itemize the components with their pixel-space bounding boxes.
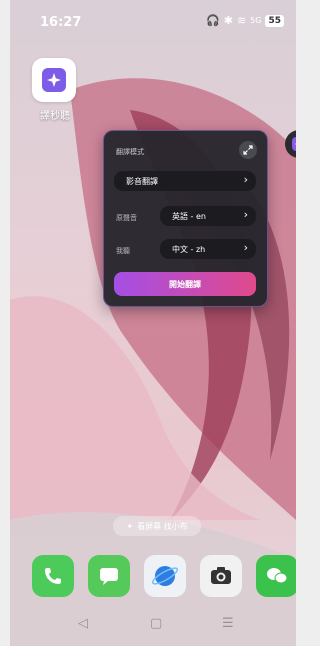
target-label: 我聽 [116, 247, 130, 255]
panel-title: 翻譯模式 [116, 148, 144, 156]
recents-nav-button[interactable]: ☰ [222, 616, 234, 631]
mode-selector[interactable]: 影音翻譯 › [114, 171, 256, 191]
camera-icon[interactable] [200, 555, 242, 597]
sparkle-icon [292, 137, 296, 151]
target-language-selector[interactable]: 中文 - zh › [160, 239, 256, 259]
translate-panel: 翻譯模式 影音翻譯 › 原聲音 英語 - en › 我聽 中文 - zh › 開… [103, 130, 268, 307]
wifi-icon: ≋ [236, 14, 247, 27]
phone-icon[interactable] [32, 555, 74, 597]
assistant-hint[interactable]: ✦ 看屏幕 找小布 [113, 516, 201, 536]
expand-button[interactable] [239, 141, 257, 159]
messages-icon[interactable] [88, 555, 130, 597]
chevron-right-icon: › [243, 241, 248, 254]
back-nav-button[interactable]: ◁ [78, 616, 88, 631]
app-dock [20, 553, 296, 601]
signal-icon: 5G [250, 16, 262, 25]
expand-icon [243, 145, 253, 155]
status-bar: 16:27 🎧 ✱ ≋ 5G 55 [10, 8, 296, 34]
source-language-selector[interactable]: 英語 - en › [160, 206, 256, 226]
wechat-icon[interactable] [256, 555, 296, 597]
home-nav-button[interactable]: ▢ [150, 616, 162, 631]
chevron-right-icon: › [243, 208, 248, 221]
source-label: 原聲音 [116, 214, 137, 222]
sparkle-icon: ✦ [126, 521, 134, 531]
headphones-icon: 🎧 [206, 14, 220, 27]
app-yimiaoting[interactable]: 譯秒聽 [32, 58, 78, 122]
source-language-value: 英語 - en [172, 211, 206, 221]
mode-value: 影音翻譯 [126, 176, 158, 186]
status-icons: 🎧 ✱ ≋ 5G 55 [206, 14, 284, 27]
status-time: 16:27 [40, 15, 82, 30]
translate-app-icon[interactable] [32, 58, 76, 102]
browser-icon[interactable] [144, 555, 186, 597]
target-language-value: 中文 - zh [172, 244, 206, 254]
assistant-hint-label: 看屏幕 找小布 [137, 521, 188, 531]
navigation-bar: ◁ ▢ ☰ [10, 612, 296, 640]
start-translate-button[interactable]: 開始翻譯 [114, 272, 256, 296]
phone-screen: 16:27 🎧 ✱ ≋ 5G 55 譯秒聽 翻譯模式 影音翻譯 › 原聲音 英語… [10, 0, 296, 646]
battery-badge: 55 [265, 14, 284, 27]
bluetooth-icon: ✱ [223, 14, 233, 27]
app-label: 譯秒聽 [40, 111, 70, 122]
chevron-right-icon: › [243, 173, 248, 186]
